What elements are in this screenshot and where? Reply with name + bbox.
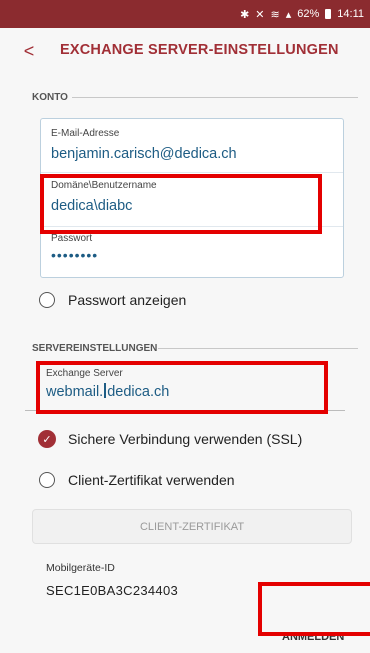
domain-username-value: dedica\diabc [51, 198, 133, 214]
mute-icon: ✕ [255, 8, 265, 21]
status-bar: ✱ ✕ ≋ ▴ 62% 14:11 [0, 0, 370, 28]
section-label-account: KONTO [32, 92, 68, 103]
ssl-label[interactable]: Sichere Verbindung verwenden (SSL) [68, 431, 302, 447]
highlight-box-signin [258, 582, 370, 636]
exchange-server-value: webmail. dedica.ch [46, 383, 169, 400]
battery-percent: 62% [297, 8, 320, 20]
signin-button[interactable]: ANMELDEN [282, 631, 344, 643]
password-value: •••••••• [51, 247, 99, 263]
section-divider-account [72, 97, 358, 98]
field-divider [41, 226, 343, 227]
show-password-label[interactable]: Passwort anzeigen [68, 292, 186, 308]
email-value: benjamin.carisch@dedica.ch [51, 146, 237, 162]
text-cursor [104, 383, 107, 398]
clock: 14:11 [337, 8, 364, 20]
client-cert-radio[interactable] [39, 472, 55, 488]
domain-username-label: Domäne\Benutzername [51, 180, 157, 191]
email-field[interactable]: E-Mail-Adresse benjamin.carisch@dedica.c… [51, 128, 237, 162]
bluetooth-icon: ✱ [240, 8, 250, 21]
back-arrow-icon[interactable]: < [20, 39, 38, 63]
client-cert-label[interactable]: Client-Zertifikat verwenden [68, 472, 235, 488]
exchange-server-field[interactable]: Exchange Server webmail. dedica.ch [46, 368, 169, 400]
field-divider [41, 172, 343, 173]
section-divider-server [158, 348, 358, 349]
show-password-radio[interactable] [39, 292, 55, 308]
exchange-server-value-part1: webmail. [46, 384, 104, 400]
exchange-server-value-part2: dedica.ch [107, 384, 170, 400]
ssl-checkbox[interactable]: ✓ [38, 430, 56, 448]
mobile-device-id-label: Mobilgeräte-ID [46, 562, 115, 574]
section-label-server: SERVEREINSTELLUNGEN [32, 343, 158, 354]
email-label: E-Mail-Adresse [51, 128, 120, 139]
password-field[interactable]: Passwort •••••••• [51, 233, 98, 263]
wifi-icon: ≋ [270, 8, 280, 21]
exchange-server-label: Exchange Server [46, 368, 123, 379]
signal-icon: ▴ [285, 8, 292, 21]
exchange-server-underline [25, 410, 345, 411]
mobile-device-id-value: SEC1E0BA3C234403 [46, 583, 179, 598]
page-title: EXCHANGE SERVER-EINSTELLUNGEN [60, 42, 339, 58]
app-bar: < EXCHANGE SERVER-EINSTELLUNGEN [0, 28, 370, 74]
client-certificate-button[interactable]: CLIENT-ZERTIFIKAT [32, 509, 352, 544]
account-form-card: E-Mail-Adresse benjamin.carisch@dedica.c… [40, 118, 344, 278]
domain-username-field[interactable]: Domäne\Benutzername dedica\diabc [51, 180, 157, 214]
password-label: Passwort [51, 233, 93, 244]
battery-icon [325, 9, 332, 19]
